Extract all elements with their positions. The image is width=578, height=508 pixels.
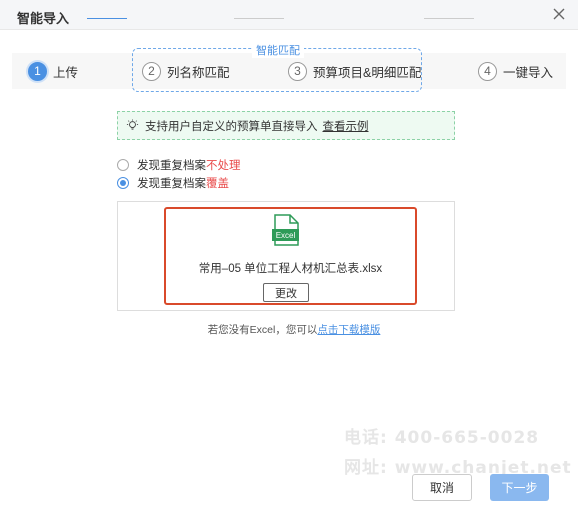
radio-button[interactable] [117, 177, 129, 189]
tip-text: 支持用户自定义的预算单直接导入 [145, 120, 318, 133]
option-label: 发现重复档案 [137, 178, 206, 190]
close-icon[interactable] [550, 5, 568, 23]
step-connector [234, 18, 284, 19]
smart-match-label: 智能匹配 [252, 42, 304, 58]
option-label-emphasis: 不处理 [206, 160, 241, 172]
step-number: 4 [478, 61, 497, 81]
cancel-button[interactable]: 取消 [412, 474, 472, 501]
next-step-button[interactable]: 下一步 [490, 474, 549, 501]
watermark-phone: 电话: 400-665-0028 [344, 428, 540, 448]
uploaded-filename: 常用–05 单位工程人材机汇总表.xlsx [198, 263, 383, 275]
step-number: 1 [28, 61, 47, 81]
step-number: 2 [142, 61, 161, 81]
option-label: 发现重复档案 [137, 160, 206, 172]
step-connector [424, 18, 474, 19]
step-column-match: 2 列名称匹配 [142, 61, 230, 81]
step-label: 一键导入 [503, 65, 554, 80]
tip-banner: 支持用户自定义的预算单直接导入 查看示例 [117, 111, 455, 140]
option-skip-duplicates[interactable]: 发现重复档案 不处理 [117, 157, 241, 173]
step-budget-match: 3 预算项目&明细匹配 [288, 61, 421, 81]
step-import: 4 一键导入 [478, 61, 553, 81]
step-label: 预算项目&明细匹配 [313, 65, 422, 80]
option-label-emphasis: 覆盖 [206, 178, 229, 190]
template-note: 若您没有Excel，您可以点击下载模版 [0, 322, 578, 337]
option-overwrite-duplicates[interactable]: 发现重复档案 覆盖 [117, 175, 229, 191]
dialog-titlebar: 智能导入 [0, 0, 578, 30]
download-template-link[interactable]: 点击下载模版 [317, 324, 380, 336]
excel-icon-label: Excel [276, 231, 296, 240]
lightbulb-icon [126, 119, 139, 130]
step-upload: 1 上传 [28, 61, 78, 81]
excel-file-icon: Excel [272, 214, 299, 246]
template-note-text: 若您没有Excel，您可以 [207, 324, 318, 336]
dialog-title: 智能导入 [17, 11, 70, 26]
radio-button[interactable] [117, 159, 129, 171]
change-file-button[interactable]: 更改 [263, 283, 309, 302]
step-label: 列名称匹配 [167, 65, 230, 80]
view-example-link[interactable]: 查看示例 [323, 118, 369, 134]
step-number: 3 [288, 61, 307, 81]
step-label: 上传 [53, 65, 79, 80]
step-connector [87, 18, 127, 19]
